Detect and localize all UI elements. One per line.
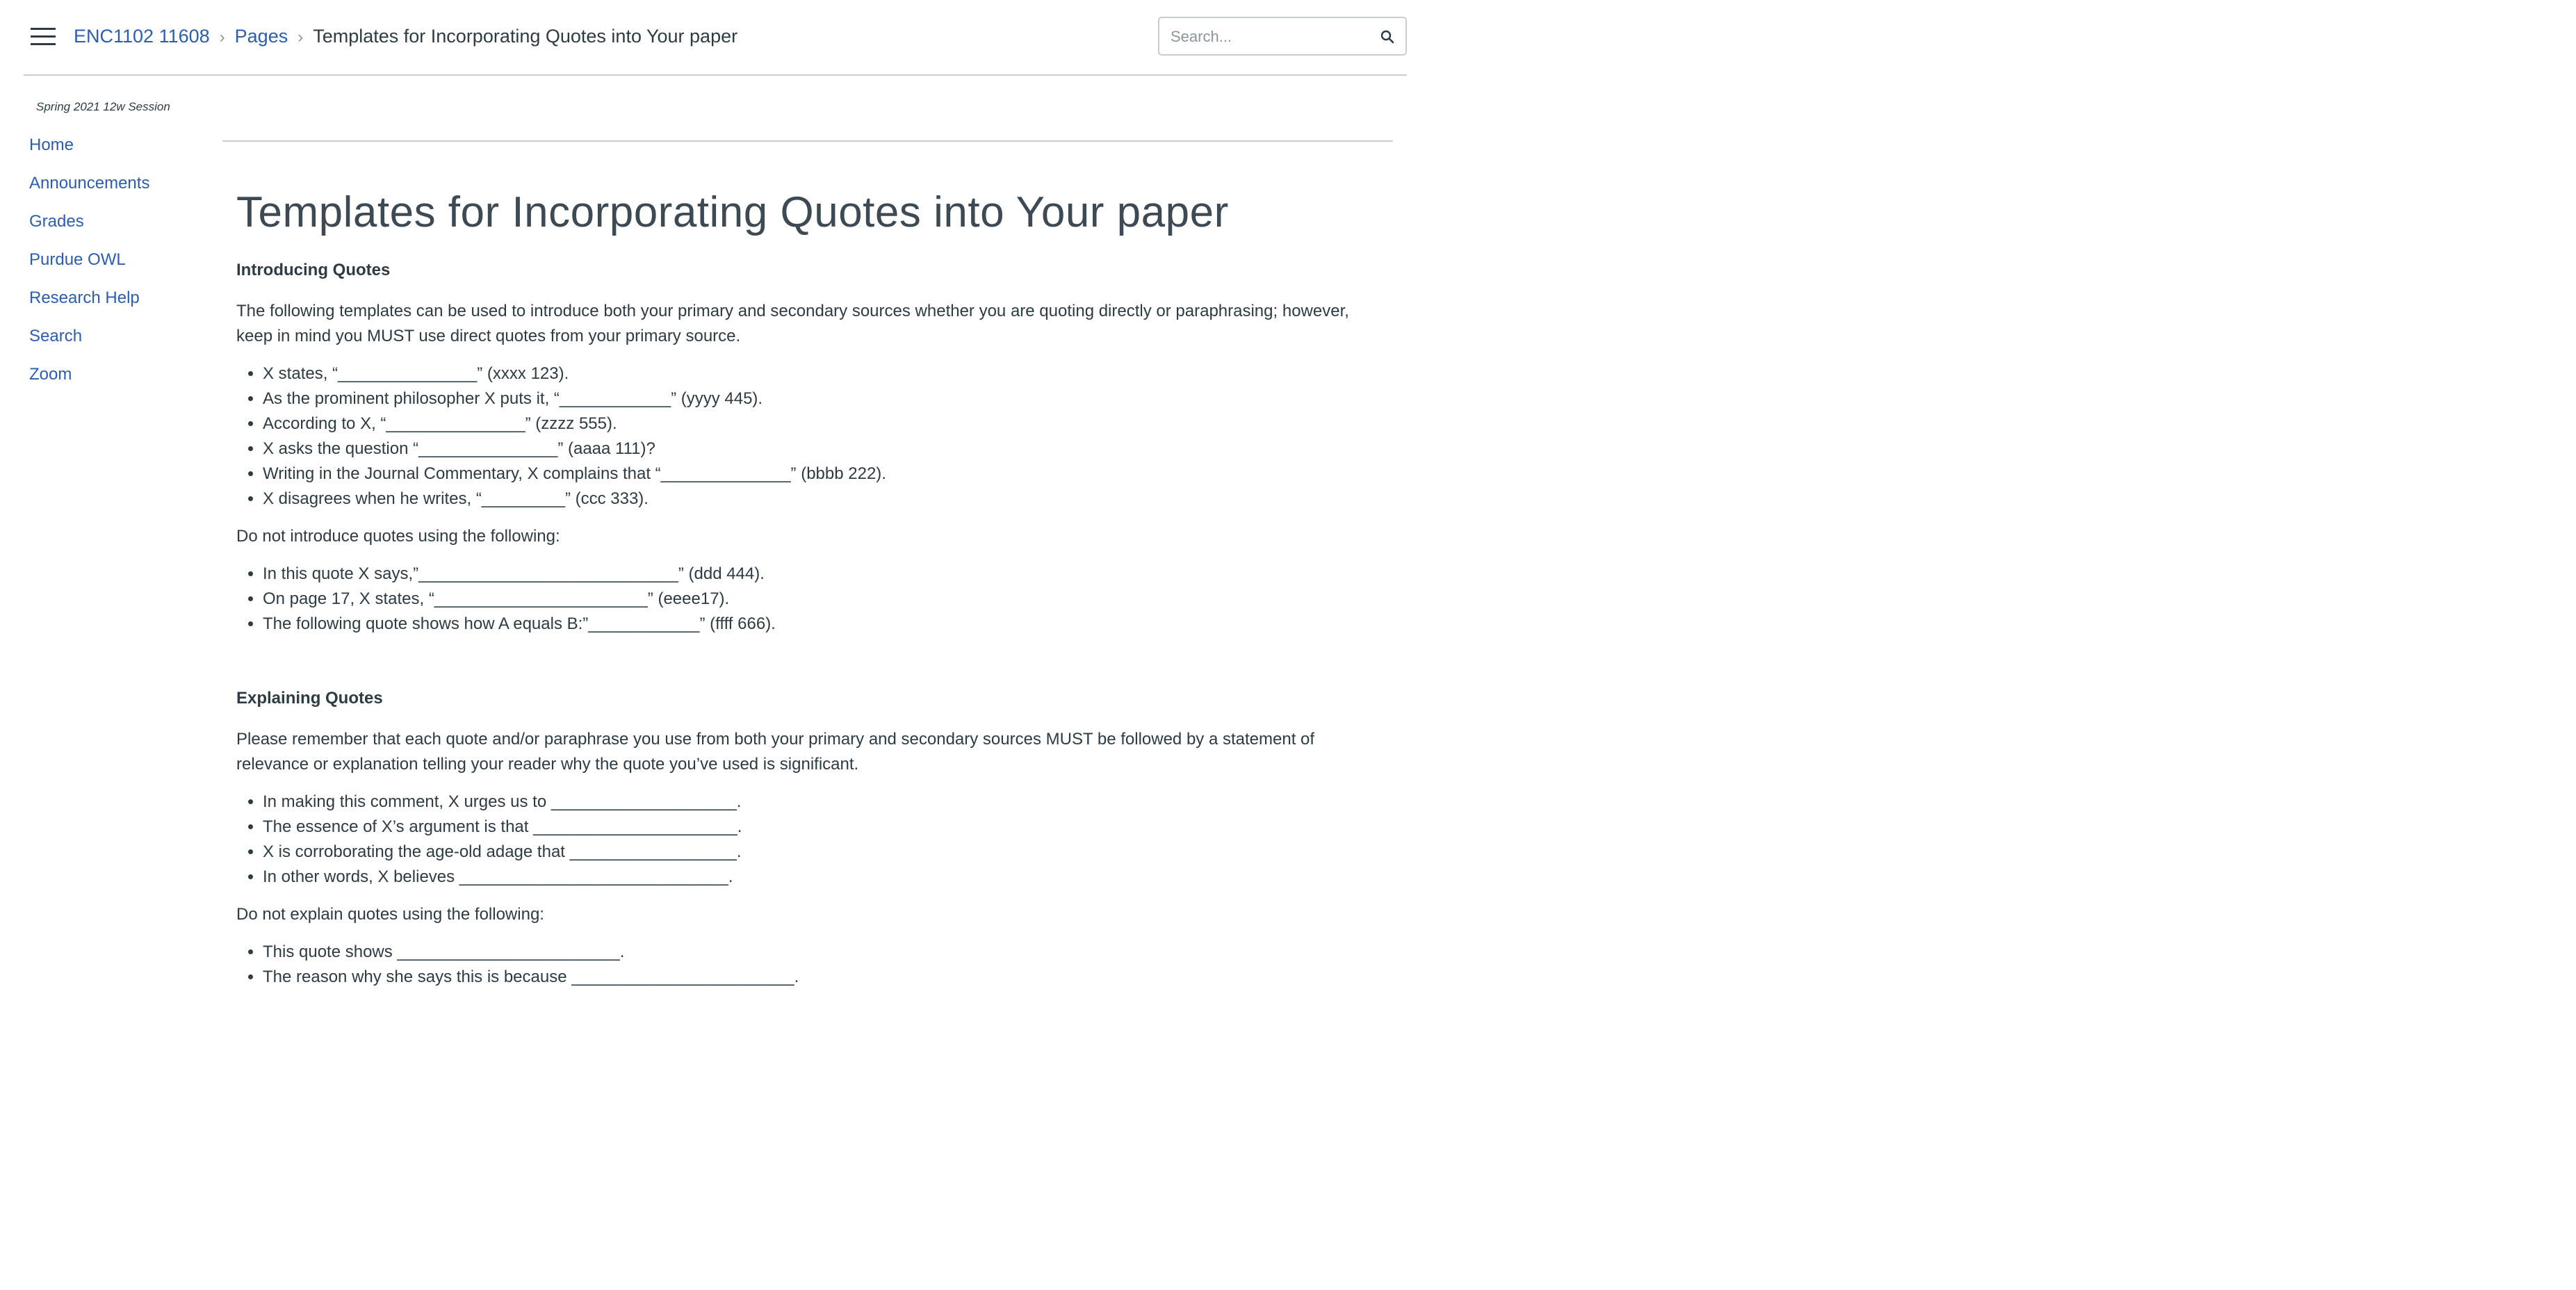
list-item: On page 17, X states, “_________________… [263, 587, 776, 612]
list-item: In making this comment, X urges us to __… [263, 790, 742, 815]
list-item: The following quote shows how A equals B… [263, 612, 776, 637]
list-item: In this quote X says,”__________________… [263, 562, 776, 587]
list-item: The reason why she says this is because … [263, 965, 799, 990]
search-input[interactable] [1169, 25, 1360, 49]
introducing-examples-list: X states, “_______________” (xxxx 123). … [236, 361, 886, 512]
breadcrumb-separator-icon: › [219, 28, 225, 47]
page-title: Templates for Incorporating Quotes into … [236, 188, 1229, 236]
sidebar-item-purdue-owl[interactable]: Purdue OWL [29, 248, 149, 286]
breadcrumb-separator-icon: › [297, 28, 304, 47]
breadcrumb: ENC1102 11608 › Pages › Templates for Incorp… [74, 24, 737, 50]
list-item: X is corroborating the age-old adage tha… [263, 840, 742, 865]
sidebar-item-home[interactable]: Home [29, 133, 149, 172]
content-divider [222, 140, 1393, 142]
explaining-paragraph: Please remember that each quote and/or p… [236, 730, 1315, 774]
sidebar-item-research-help[interactable]: Research Help [29, 286, 149, 325]
page-content: Templates for Incorporating Quotes into … [236, 182, 1383, 986]
term-label: Spring 2021 12w Session [36, 100, 170, 113]
introducing-paragraph: The following templates can be used to i… [236, 302, 1349, 345]
sidebar-item-grades[interactable]: Grades [29, 210, 149, 248]
breadcrumb-current-page: Templates for Incorporating Quotes into … [313, 26, 738, 47]
list-item: The essence of X’s argument is that ____… [263, 815, 742, 840]
section-heading-explaining: Explaining Quotes [236, 689, 383, 708]
list-item: According to X, “_______________” (zzzz … [263, 411, 886, 436]
sidebar-item-zoom[interactable]: Zoom [29, 363, 149, 401]
list-item: Writing in the Journal Commentary, X com… [263, 462, 886, 487]
breadcrumb-course-link[interactable]: ENC1102 11608 [74, 26, 210, 47]
page-header: ENC1102 11608 › Pages › Templates for Incorp… [24, 0, 1407, 76]
course-nav-list: Home Announcements Grades Purdue OWL Res… [29, 133, 149, 401]
explaining-examples-list: In making this comment, X urges us to __… [236, 790, 742, 890]
introducing-avoid-label: Do not introduce quotes using the follow… [236, 527, 560, 546]
introducing-avoid-list: In this quote X says,”__________________… [236, 562, 776, 637]
list-item: X disagrees when he writes, “_________” … [263, 487, 886, 512]
hamburger-menu-icon[interactable] [31, 26, 57, 47]
list-item: X states, “_______________” (xxxx 123). [263, 361, 886, 386]
list-item: This quote shows _______________________… [263, 940, 799, 965]
list-item: As the prominent philosopher X puts it, … [263, 386, 886, 411]
sidebar-item-search[interactable]: Search [29, 325, 149, 363]
search-icon[interactable] [1379, 28, 1396, 45]
section-heading-introducing: Introducing Quotes [236, 261, 391, 279]
list-item: In other words, X believes _____________… [263, 865, 742, 890]
breadcrumb-pages-link[interactable]: Pages [235, 26, 288, 47]
explaining-avoid-list: This quote shows _______________________… [236, 940, 799, 990]
explaining-avoid-label: Do not explain quotes using the followin… [236, 905, 544, 924]
list-item: X asks the question “_______________” (a… [263, 436, 886, 462]
search-box [1158, 17, 1407, 56]
sidebar-item-announcements[interactable]: Announcements [29, 172, 149, 210]
